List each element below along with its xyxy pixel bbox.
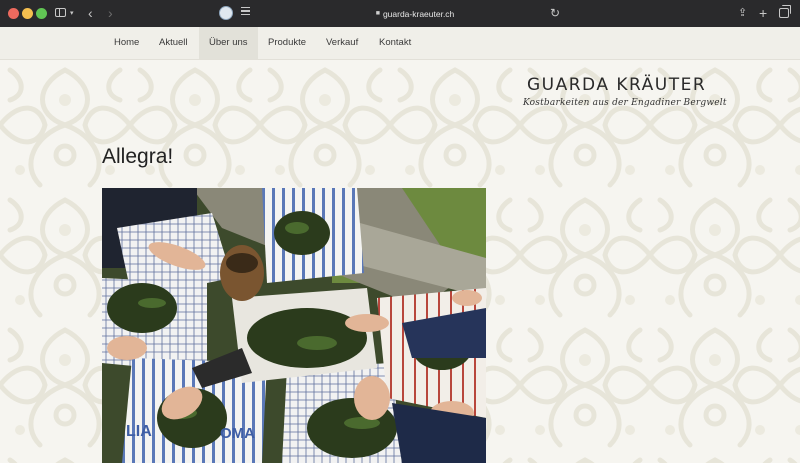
nav-ueber-uns[interactable]: Über uns [199,27,258,59]
share-icon[interactable]: ⇪ [738,0,747,27]
zoom-window-button[interactable] [36,8,47,19]
forward-icon[interactable]: › [108,0,113,27]
lock-icon: ■ [375,10,380,17]
herb-sorting-photo: LIA OMA [102,188,486,463]
nav-home[interactable]: Home [104,27,149,59]
back-icon[interactable]: ‹ [88,0,93,27]
url-text: guarda-kraeuter.ch [382,8,455,19]
sidebar-toggle-icon[interactable] [55,8,66,17]
site-navigation: Home Aktuell Über uns Produkte Verkauf K… [0,27,800,60]
photo-illustration: LIA OMA [102,188,486,463]
site-logo-tagline: Kostbarkeiten aus der Engadiner Bergwelt [523,98,727,108]
browser-toolbar: ▾ ‹ › ■ guarda-kraeuter.ch ↻ ⇪ + [0,0,800,28]
reload-icon[interactable]: ↻ [550,0,560,27]
close-window-button[interactable] [8,8,19,19]
nav-aktuell[interactable]: Aktuell [149,27,198,59]
nav-verkauf[interactable]: Verkauf [316,27,368,59]
page-title: Allegra! [102,145,174,168]
tab-overview-icon[interactable] [779,5,791,18]
reader-view-icon[interactable] [241,7,250,18]
towel-lettering-right: OMA [220,425,255,442]
site-logo-title[interactable]: GUARDA KRÄUTER [527,75,706,95]
address-bar[interactable]: ■ guarda-kraeuter.ch [262,4,568,23]
towel-lettering-left: LIA [126,423,152,440]
site-favicon-icon[interactable] [219,6,233,20]
nav-kontakt[interactable]: Kontakt [369,27,421,59]
chevron-down-icon[interactable]: ▾ [70,0,74,27]
new-tab-icon[interactable]: + [759,0,767,27]
nav-produkte[interactable]: Produkte [258,27,316,59]
minimize-window-button[interactable] [22,8,33,19]
